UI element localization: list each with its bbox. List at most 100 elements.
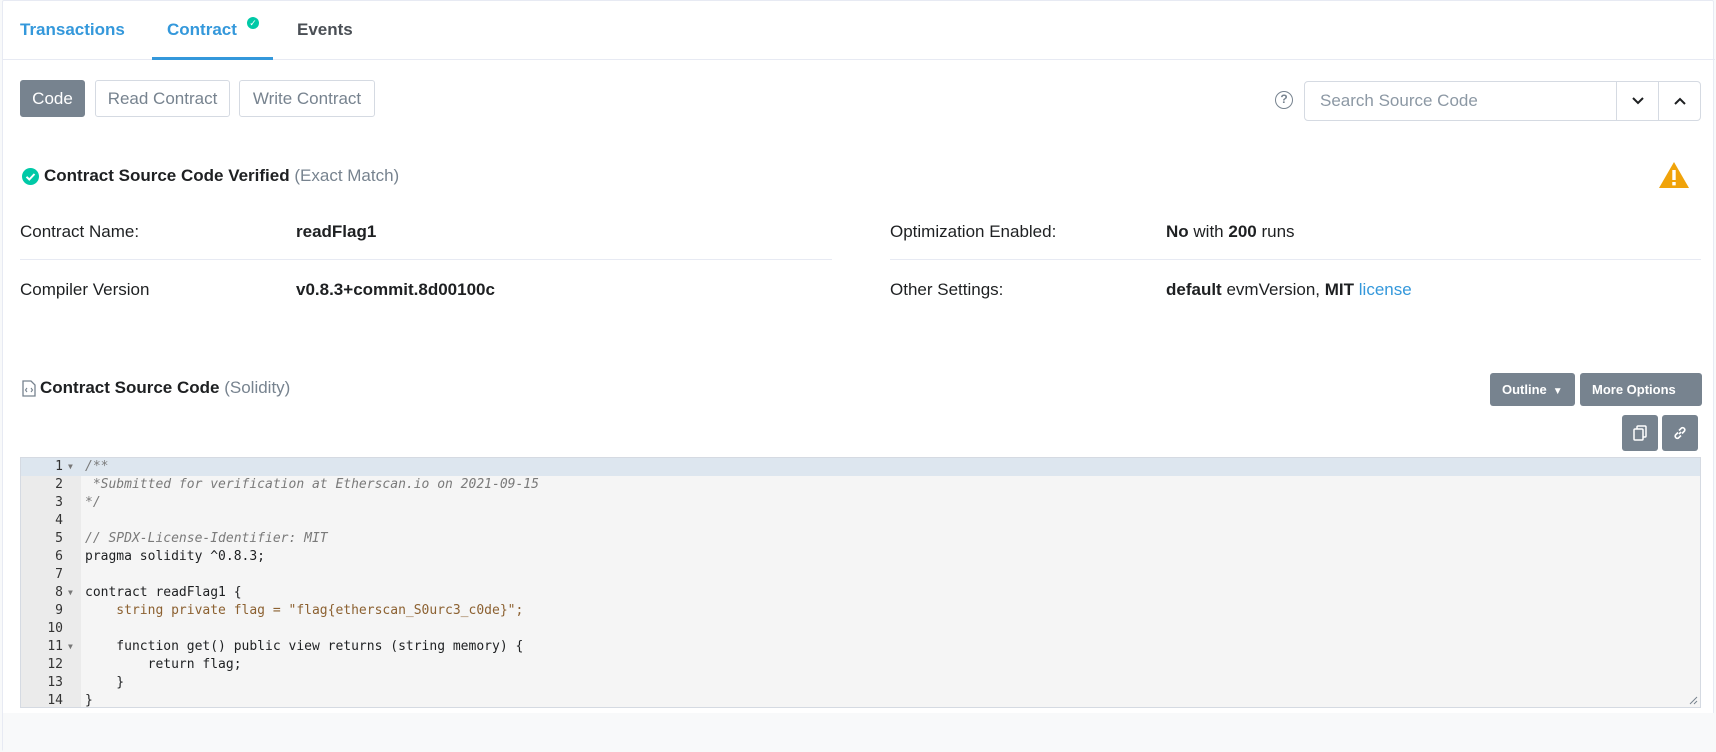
code-editor[interactable]: 1 ▼ /** 2 *Submitted for verification at… <box>20 457 1701 708</box>
active-tab-indicator <box>152 57 273 60</box>
line-number: 11 <box>47 639 63 654</box>
chevron-down-icon <box>1632 97 1644 105</box>
line-number: 12 <box>47 657 63 672</box>
chevron-up-icon <box>1674 97 1686 105</box>
code-text: } <box>85 693 93 708</box>
code-line: 13 } <box>21 674 1700 692</box>
copy-button[interactable] <box>1622 415 1658 451</box>
line-number: 2 <box>55 477 63 492</box>
chevron-down-icon: ▼ <box>1598 419 1608 430</box>
code-text: } <box>85 675 125 690</box>
help-icon[interactable]: ? <box>1275 91 1293 109</box>
code-text: /** <box>85 459 109 474</box>
read-contract-button[interactable]: Read Contract <box>95 80 230 117</box>
source-code-title: Contract Source Code <box>40 378 220 397</box>
write-contract-button[interactable]: Write Contract <box>239 80 375 117</box>
line-number: 14 <box>47 693 63 708</box>
license-link[interactable]: license <box>1359 280 1412 299</box>
source-code-heading: Contract Source Code (Solidity) <box>40 378 290 398</box>
other-settings-value: default evmVersion, MIT license <box>1166 280 1412 300</box>
contract-name-text: readFlag1 <box>296 222 377 241</box>
copy-icon <box>1633 425 1647 441</box>
code-text: */ <box>85 495 101 510</box>
verified-title: Contract Source Code Verified <box>44 166 290 185</box>
search-source-input[interactable] <box>1305 82 1615 120</box>
code-text: function get() public view returns (stri… <box>85 639 524 654</box>
code-text: string private flag = "flag{etherscan_S0… <box>85 603 524 618</box>
search-next-button[interactable] <box>1616 82 1659 120</box>
verified-icon <box>22 168 39 185</box>
line-number: 13 <box>47 675 63 690</box>
code-line: 12 return flag; <box>21 656 1700 674</box>
code-line: 3 */ <box>21 494 1700 512</box>
compiler-version-text: v0.8.3+commit.8d00100c <box>296 280 495 299</box>
fold-arrow-icon[interactable]: ▼ <box>68 458 73 476</box>
compiler-version-label: Compiler Version <box>20 280 150 299</box>
verified-check-icon: ✓ <box>247 17 259 29</box>
file-code-icon <box>22 380 36 397</box>
exact-match-label: (Exact Match) <box>294 166 400 185</box>
code-line: 5 // SPDX-License-Identifier: MIT <box>21 530 1700 548</box>
search-prev-button[interactable] <box>1658 82 1701 120</box>
evm-default-text: default <box>1166 280 1222 299</box>
code-line: 1 ▼ /** <box>21 458 1700 476</box>
row-divider <box>20 259 832 260</box>
tab-events[interactable]: Events <box>297 20 353 40</box>
outline-label: Outline <box>1502 382 1547 397</box>
code-line: 8 ▼ contract readFlag1 { <box>21 584 1700 602</box>
contract-card: Transactions Contract ✓ Events Code Read… <box>2 0 1715 752</box>
code-text: contract readFlag1 { <box>85 585 242 600</box>
chevron-down-icon: ▼ <box>1552 386 1563 397</box>
line-number: 3 <box>55 495 63 510</box>
code-text: *Submitted for verification at Etherscan… <box>85 477 539 492</box>
verified-heading: Contract Source Code Verified (Exact Mat… <box>44 166 399 186</box>
warning-icon[interactable] <box>1658 161 1690 189</box>
code-line: 14 } <box>21 692 1700 708</box>
code-line: 6 pragma solidity ^0.8.3; <box>21 548 1700 566</box>
code-line: 7 <box>21 566 1700 584</box>
source-language: (Solidity) <box>224 378 291 397</box>
line-number: 8 <box>55 585 63 600</box>
more-options-button[interactable]: More Options ▼ <box>1580 373 1702 430</box>
contract-name-label: Contract Name: <box>20 222 140 241</box>
evm-version-text: evmVersion, <box>1226 280 1321 299</box>
code-line: 10 <box>21 620 1700 638</box>
code-text: return flag; <box>85 657 242 672</box>
license-type-text: MIT <box>1324 280 1355 299</box>
contract-name-value: readFlag1 <box>296 222 376 242</box>
tab-bar: Transactions Contract ✓ Events <box>3 1 1715 60</box>
code-line: 11 ▼ function get() public view returns … <box>21 638 1700 656</box>
search-box <box>1304 81 1701 121</box>
code-text: pragma solidity ^0.8.3; <box>85 549 266 564</box>
line-number: 1 <box>55 459 63 474</box>
line-number: 4 <box>55 513 63 528</box>
code-text: // SPDX-License-Identifier: MIT <box>85 531 328 546</box>
other-settings-label: Other Settings: <box>890 280 1004 299</box>
line-number: 10 <box>47 621 63 636</box>
line-number: 7 <box>55 567 63 582</box>
optimization-runs-count: 200 <box>1228 222 1257 241</box>
fold-arrow-icon[interactable]: ▼ <box>68 638 73 656</box>
outline-button[interactable]: Outline ▼ <box>1490 373 1575 406</box>
code-line: 2 *Submitted for verification at Ethersc… <box>21 476 1700 494</box>
fold-arrow-icon[interactable]: ▼ <box>68 584 73 602</box>
line-number: 6 <box>55 549 63 564</box>
code-line: 4 <box>21 512 1700 530</box>
optimization-runs-text: runs <box>1261 222 1295 241</box>
link-icon <box>1674 426 1686 440</box>
more-options-label: More Options <box>1592 382 1676 397</box>
compiler-version-value: v0.8.3+commit.8d00100c <box>296 280 495 300</box>
optimization-with-text: with <box>1193 222 1224 241</box>
permalink-button[interactable] <box>1662 415 1698 451</box>
optimization-label: Optimization Enabled: <box>890 222 1057 241</box>
footer-band <box>3 713 1715 752</box>
optimization-value: No with 200 runs <box>1166 222 1295 242</box>
row-divider <box>890 259 1701 260</box>
tab-contract[interactable]: Contract <box>167 20 237 40</box>
resize-handle-icon[interactable] <box>1688 695 1698 705</box>
line-number: 9 <box>55 603 63 618</box>
code-line: 9 string private flag = "flag{etherscan_… <box>21 602 1700 620</box>
optimization-enabled-text: No <box>1166 222 1189 241</box>
tab-transactions[interactable]: Transactions <box>20 20 125 40</box>
code-button[interactable]: Code <box>20 80 85 117</box>
